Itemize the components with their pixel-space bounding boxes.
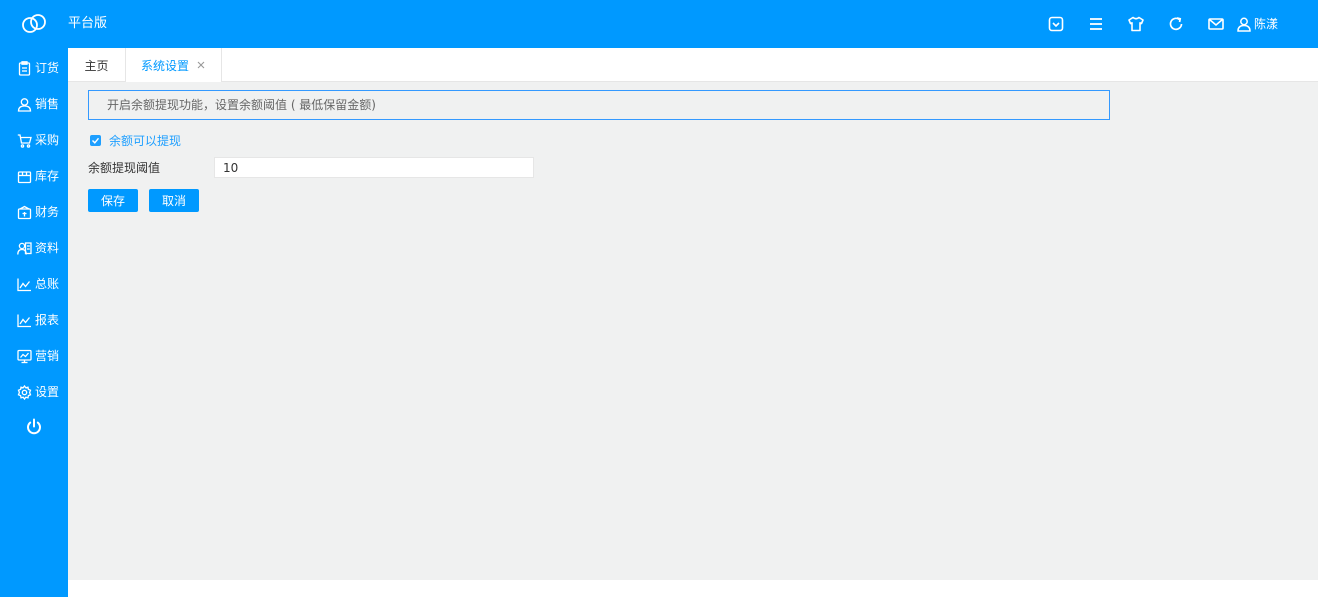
contact-card-icon bbox=[17, 241, 32, 255]
top-bar: 平台版 陈漾 bbox=[0, 0, 1318, 48]
cancel-button[interactable]: 取消 bbox=[149, 189, 199, 212]
user-menu[interactable]: 陈漾 bbox=[1236, 14, 1278, 34]
mail-icon[interactable] bbox=[1207, 15, 1225, 33]
sidebar: 订货 销售 采购 库存 财务 资料 总账 报表 营销 设置 bbox=[0, 48, 68, 597]
menu-icon[interactable] bbox=[1087, 15, 1105, 33]
app-title: 平台版 bbox=[68, 16, 108, 31]
sidebar-item-label: 库存 bbox=[35, 169, 60, 183]
sidebar-item-label: 营销 bbox=[35, 349, 60, 363]
main-content: 开启余额提现功能，设置余额阈值 ( 最低保留金额) 余额可以提现 余额提现阈值 … bbox=[68, 82, 1318, 580]
monitor-chart-icon bbox=[17, 349, 32, 363]
sidebar-item-settings[interactable]: 设置 bbox=[0, 374, 68, 410]
sidebar-item-label: 总账 bbox=[35, 277, 60, 291]
line-chart-icon bbox=[17, 314, 31, 327]
sidebar-item-report[interactable]: 报表 bbox=[0, 302, 68, 338]
sidebar-item-purchase[interactable]: 采购 bbox=[0, 122, 68, 158]
user-name: 陈漾 bbox=[1254, 17, 1279, 31]
wallet-icon bbox=[17, 205, 32, 219]
sidebar-item-order[interactable]: 订货 bbox=[0, 50, 68, 86]
sidebar-item-finance[interactable]: 财务 bbox=[0, 194, 68, 230]
sidebar-item-label: 资料 bbox=[35, 241, 60, 255]
save-button[interactable]: 保存 bbox=[88, 189, 138, 212]
tab-home[interactable]: 主页 bbox=[68, 48, 126, 82]
tab-label: 主页 bbox=[84, 58, 109, 73]
sidebar-item-label: 财务 bbox=[35, 205, 60, 219]
sidebar-item-label: 设置 bbox=[35, 385, 60, 399]
shirt-icon[interactable] bbox=[1127, 15, 1145, 33]
gear-icon bbox=[17, 384, 32, 400]
allow-withdraw-checkbox-row[interactable]: 余额可以提现 bbox=[90, 132, 181, 148]
sidebar-item-label: 订货 bbox=[35, 61, 60, 75]
sidebar-item-data[interactable]: 资料 bbox=[0, 230, 68, 266]
tab-bar: 主页 系统设置 bbox=[68, 48, 1318, 82]
notice-box: 开启余额提现功能，设置余额阈值 ( 最低保留金额) bbox=[88, 90, 1110, 120]
threshold-label: 余额提现阈值 bbox=[88, 161, 161, 175]
sidebar-item-sales[interactable]: 销售 bbox=[0, 86, 68, 122]
sidebar-item-label: 报表 bbox=[35, 313, 60, 327]
cloud-logo-icon bbox=[22, 14, 46, 33]
sidebar-item-ledger[interactable]: 总账 bbox=[0, 266, 68, 302]
check-icon bbox=[92, 137, 100, 144]
threshold-input[interactable] bbox=[214, 157, 534, 178]
tab-label: 系统设置 bbox=[141, 58, 190, 73]
line-chart-icon bbox=[17, 278, 31, 291]
tab-system-settings[interactable]: 系统设置 bbox=[126, 48, 222, 82]
clipboard-icon bbox=[18, 60, 31, 76]
cart-icon bbox=[17, 133, 32, 148]
sidebar-item-inventory[interactable]: 库存 bbox=[0, 158, 68, 194]
box-icon bbox=[17, 170, 32, 183]
person-icon bbox=[17, 97, 32, 112]
checkbox-label: 余额可以提现 bbox=[109, 133, 182, 148]
wechat-pocket-icon[interactable] bbox=[1047, 15, 1065, 33]
sidebar-item-label: 采购 bbox=[35, 133, 60, 147]
sidebar-item-marketing[interactable]: 营销 bbox=[0, 338, 68, 374]
refresh-icon[interactable] bbox=[1167, 15, 1185, 33]
user-icon bbox=[1237, 17, 1251, 32]
close-icon[interactable] bbox=[197, 61, 205, 69]
sidebar-item-label: 销售 bbox=[35, 97, 60, 111]
power-icon[interactable] bbox=[25, 418, 43, 436]
footer-strip bbox=[68, 580, 1318, 597]
allow-withdraw-checkbox[interactable] bbox=[90, 134, 101, 146]
